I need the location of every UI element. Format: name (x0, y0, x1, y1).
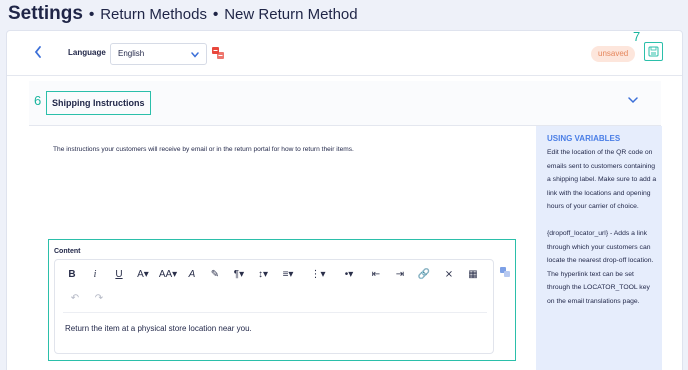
breadcrumb-return-methods[interactable]: Return Methods (100, 6, 207, 23)
link-button[interactable]: 🔗 (411, 269, 437, 280)
breadcrumb-settings[interactable]: Settings (8, 3, 83, 25)
redo-button[interactable]: ↷ (87, 293, 111, 304)
editor-divider (63, 312, 487, 313)
variables-text-1: Edit the location of the QR code on emai… (547, 149, 657, 210)
breadcrumb-new-return-method: New Return Method (224, 6, 358, 23)
editor-history-row: ↶ ↷ (63, 288, 111, 308)
step-number-7: 7 (633, 29, 641, 44)
save-icon (648, 46, 659, 57)
breadcrumb: Settings • Return Methods • New Return M… (8, 3, 358, 25)
line-height-button[interactable]: ↕▾ (251, 269, 275, 280)
variables-text-2: {dropoff_locator_url} - Adds a link thro… (547, 230, 654, 305)
variables-panel: USING VARIABLES Edit the location of the… (536, 126, 662, 370)
return-method-card: Language English unsaved 7 6 Shipping In… (6, 29, 683, 370)
content-highlight: Content B i U A▾ AA▾ A ✎ ¶▾ ↕▾ ≡▾ ⋮▾ •▾ … (48, 239, 516, 361)
back-button[interactable] (33, 45, 47, 63)
translate-icon[interactable] (212, 46, 224, 59)
clear-format-button[interactable]: ⨯ (437, 269, 461, 280)
content-label: Content (54, 248, 81, 255)
chevron-left-icon (34, 46, 41, 58)
section-title-highlight: Shipping Instructions (46, 91, 151, 115)
variables-text: Edit the location of the QR code on emai… (547, 146, 657, 308)
indent-button[interactable]: ⇥ (389, 269, 411, 280)
step-number-6: 6 (34, 93, 42, 108)
editor-body-text[interactable]: Return the item at a physical store loca… (65, 324, 252, 333)
section-title: Shipping Instructions (52, 98, 145, 108)
paragraph-button[interactable]: ¶▾ (227, 269, 251, 280)
language-value: English (118, 49, 145, 58)
breadcrumb-separator: • (212, 6, 219, 23)
editor-toolbar: B i U A▾ AA▾ A ✎ ¶▾ ↕▾ ≡▾ ⋮▾ •▾ ⇤ ⇥ 🔗 ⨯ … (55, 264, 485, 284)
translate-field-icon[interactable] (500, 264, 510, 277)
chevron-down-icon[interactable] (627, 94, 639, 106)
breadcrumb-separator: • (88, 6, 95, 23)
section-description: The instructions your customers will rec… (53, 146, 354, 153)
font-size-button[interactable]: AA▾ (155, 269, 181, 280)
font-color-button[interactable]: A▾ (131, 269, 155, 280)
variables-title: USING VARIABLES (547, 134, 621, 143)
bold-button[interactable]: B (61, 269, 83, 280)
underline-button[interactable]: U (107, 269, 131, 280)
status-badge: unsaved (591, 46, 636, 62)
language-select[interactable]: English (110, 43, 207, 65)
align-button[interactable]: ≡▾ (275, 269, 301, 280)
outdent-button[interactable]: ⇤ (363, 269, 389, 280)
rich-text-editor[interactable]: B i U A▾ AA▾ A ✎ ¶▾ ↕▾ ≡▾ ⋮▾ •▾ ⇤ ⇥ 🔗 ⨯ … (54, 259, 494, 354)
bullet-list-button[interactable]: •▾ (335, 269, 363, 280)
highlight-button[interactable]: ✎ (203, 269, 227, 280)
text-color-button[interactable]: A (181, 269, 203, 280)
table-button[interactable]: ▦ (461, 269, 485, 280)
section-header-shipping-instructions[interactable]: 6 Shipping Instructions (29, 81, 661, 126)
editor-toolbar-row: Language English unsaved 7 (7, 29, 682, 76)
chevron-down-icon (191, 52, 199, 58)
language-label: Language (68, 48, 106, 57)
italic-button[interactable]: i (83, 269, 107, 280)
ordered-list-button[interactable]: ⋮▾ (301, 269, 335, 280)
save-button[interactable] (644, 42, 663, 61)
undo-button[interactable]: ↶ (63, 293, 87, 304)
